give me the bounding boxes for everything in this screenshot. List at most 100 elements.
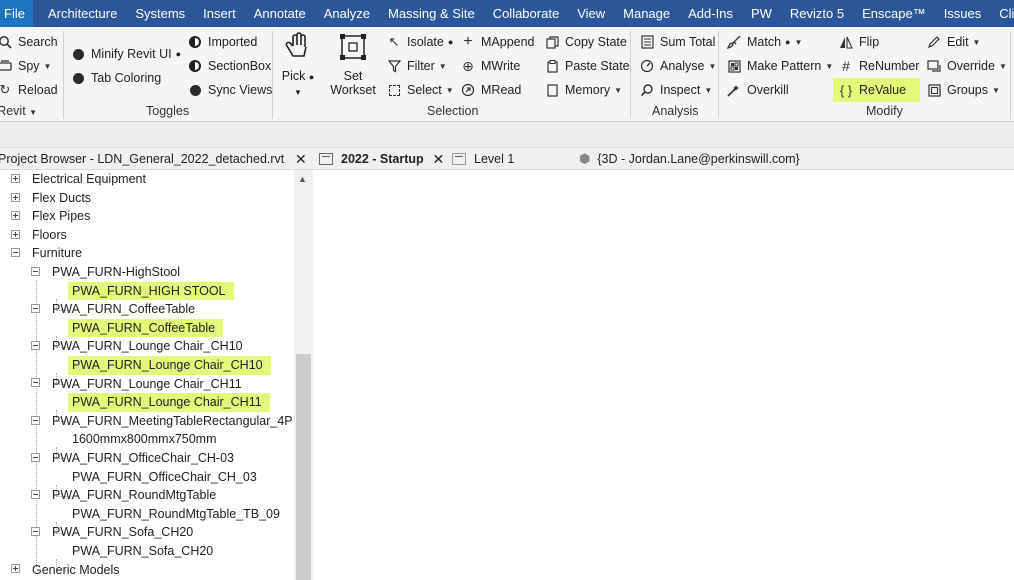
menu-tab-file[interactable]: File: [0, 0, 33, 27]
chevron-down-icon: ▼: [614, 85, 623, 95]
edit-button[interactable]: Edit ▼: [926, 32, 980, 52]
menu-tab-issues[interactable]: Issues: [935, 0, 991, 27]
expand-icon[interactable]: [11, 230, 20, 239]
search-button[interactable]: Search: [0, 32, 58, 52]
collapse-icon[interactable]: [31, 490, 40, 499]
tab-coloring-button[interactable]: Tab Coloring: [70, 68, 161, 88]
menu-tab-systems[interactable]: Systems: [126, 0, 194, 27]
tree-item-generic-models[interactable]: Generic Models: [32, 561, 120, 580]
tree-item-type-highlighted[interactable]: PWA_FURN_Lounge Chair_CH10: [68, 356, 271, 375]
tree-item-type[interactable]: 1600mmx800mmx750mm: [72, 430, 217, 449]
spy-button[interactable]: Spy ▼: [0, 56, 51, 76]
menu-tab-add-ins[interactable]: Add-Ins: [679, 0, 742, 27]
sync-views-button[interactable]: Sync Views: [187, 80, 272, 100]
make-pattern-button[interactable]: Make Pattern ▼: [726, 56, 833, 76]
tree-item-family[interactable]: PWA_FURN_MeetingTableRectangular_4P: [52, 412, 293, 431]
wand-icon: [726, 82, 742, 98]
tab-2022-startup[interactable]: 2022 - Startup ✕: [319, 148, 444, 170]
tree-item-type[interactable]: PWA_FURN_OfficeChair_CH_03: [72, 468, 257, 487]
menu-tab-collaborate[interactable]: Collaborate: [484, 0, 569, 27]
tree-item-family[interactable]: PWA_FURN_RoundMtgTable: [52, 486, 216, 505]
drawing-canvas[interactable]: [314, 170, 1014, 580]
menu-tab-architecture[interactable]: Architecture: [39, 0, 126, 27]
close-icon[interactable]: ✕: [433, 148, 445, 170]
mread-button[interactable]: MRead: [460, 80, 521, 100]
groups-button[interactable]: Groups ▼: [926, 80, 1000, 100]
tree-item-family[interactable]: PWA_FURN_OfficeChair_CH-03: [52, 449, 234, 468]
set-workset-button[interactable]: Set Workset: [330, 31, 376, 97]
inspect-button[interactable]: Inspect ▼: [639, 80, 712, 100]
collapse-icon[interactable]: [31, 304, 40, 313]
select-button[interactable]: Select ▼: [386, 80, 454, 100]
tree-item-family[interactable]: PWA_FURN_CoffeeTable: [52, 300, 195, 319]
tree-item-family[interactable]: PWA_FURN_Sofa_CH20: [52, 523, 193, 542]
pick-button[interactable]: Pick ● ▼: [282, 31, 314, 100]
tree-item-family[interactable]: PWA_FURN_Lounge Chair_CH10: [52, 337, 243, 356]
tree-item-type[interactable]: PWA_FURN_Sofa_CH20: [72, 542, 213, 561]
mwrite-button[interactable]: ⊕ MWrite: [460, 56, 520, 76]
menu-tab-pw[interactable]: PW: [742, 0, 781, 27]
paste-state-button[interactable]: Paste State: [544, 56, 630, 76]
collapse-icon[interactable]: [31, 267, 40, 276]
tree-item-flex-pipes[interactable]: Flex Pipes: [32, 207, 90, 226]
menu-tab-climatestudio[interactable]: ClimateStudio: [990, 0, 1014, 27]
expand-icon[interactable]: [11, 193, 20, 202]
menu-tab-insert[interactable]: Insert: [194, 0, 245, 27]
project-browser: Project Browser - LDN_General_2022_detac…: [0, 148, 313, 580]
isolate-button[interactable]: ↖ Isolate ●: [386, 32, 454, 52]
pyrevit-panel-dropdown[interactable]: pyRevit ▼: [0, 104, 37, 118]
renumber-button[interactable]: # ReNumber: [838, 56, 919, 76]
collapse-icon[interactable]: [31, 527, 40, 536]
tree-item-type-highlighted[interactable]: PWA_FURN_CoffeeTable: [68, 318, 224, 338]
tree-item-floors[interactable]: Floors: [32, 226, 67, 245]
sectionbox-button[interactable]: SectionBox: [187, 56, 271, 76]
chevron-down-icon: ▼: [825, 61, 834, 71]
tree-item-family[interactable]: PWA_FURN_Lounge Chair_CH11: [52, 375, 242, 394]
collapse-icon[interactable]: [31, 416, 40, 425]
tab-level-1[interactable]: Level 1: [452, 148, 514, 170]
expand-icon[interactable]: [11, 564, 20, 573]
flip-button[interactable]: Flip: [838, 32, 879, 52]
menu-tab-view[interactable]: View: [568, 0, 614, 27]
menu-tab-analyze[interactable]: Analyze: [315, 0, 379, 27]
collapse-icon[interactable]: [31, 378, 40, 387]
tree-item-type-highlighted[interactable]: PWA_FURN_Lounge Chair_CH11: [68, 393, 270, 412]
collapse-icon[interactable]: [11, 248, 20, 257]
tree-item-flex-ducts[interactable]: Flex Ducts: [32, 189, 91, 208]
menu-tab-massing-site[interactable]: Massing & Site: [379, 0, 484, 27]
tab-3d-view[interactable]: ⬢ {3D - Jordan.Lane@perkinswill.com}: [579, 148, 800, 170]
tree-item-furniture[interactable]: Furniture: [32, 244, 82, 263]
menu-tab-manage[interactable]: Manage: [614, 0, 679, 27]
collapse-icon[interactable]: [31, 453, 40, 462]
minify-revit-ui-button[interactable]: Minify Revit UI ●: [70, 44, 181, 64]
tree-item-type-highlighted[interactable]: PWA_FURN_HIGH STOOL: [68, 281, 234, 301]
close-icon[interactable]: ✕: [295, 148, 307, 169]
analyse-button[interactable]: Analyse ▼: [639, 56, 716, 76]
collapse-icon[interactable]: [31, 341, 40, 350]
filter-button[interactable]: Filter ▼: [386, 56, 447, 76]
expand-icon[interactable]: [11, 211, 20, 220]
expand-icon[interactable]: [11, 174, 20, 183]
tree-item-electrical-equipment[interactable]: Electrical Equipment: [32, 170, 146, 189]
override-icon: [926, 58, 942, 74]
menu-tab-enscape[interactable]: Enscape™: [853, 0, 935, 27]
mappend-button[interactable]: + MAppend: [460, 32, 534, 52]
scrollbar-thumb[interactable]: [296, 354, 311, 580]
scroll-up-icon[interactable]: ▲: [298, 174, 307, 184]
overkill-button[interactable]: Overkill: [726, 80, 789, 100]
tree-item-type[interactable]: PWA_FURN_RoundMtgTable_TB_09: [72, 505, 280, 524]
sum-total-button[interactable]: Sum Total: [639, 32, 715, 52]
menu-tab-revizto[interactable]: Revizto 5: [781, 0, 853, 27]
revalue-button[interactable]: { } ReValue: [833, 78, 920, 102]
selection-panel-label: Selection: [427, 104, 479, 118]
filter-icon: [386, 58, 402, 74]
browser-scrollbar[interactable]: ▲: [294, 170, 313, 580]
tree-item-family[interactable]: PWA_FURN-HighStool: [52, 263, 180, 282]
copy-state-button[interactable]: Copy State: [544, 32, 627, 52]
override-button[interactable]: Override ▼: [926, 56, 1007, 76]
reload-button[interactable]: ↻ Reload: [0, 80, 58, 100]
menu-tab-annotate[interactable]: Annotate: [245, 0, 315, 27]
imported-button[interactable]: Imported: [187, 32, 257, 52]
memory-button[interactable]: Memory ▼: [544, 80, 622, 100]
match-button[interactable]: Match ● ▼: [726, 32, 802, 52]
